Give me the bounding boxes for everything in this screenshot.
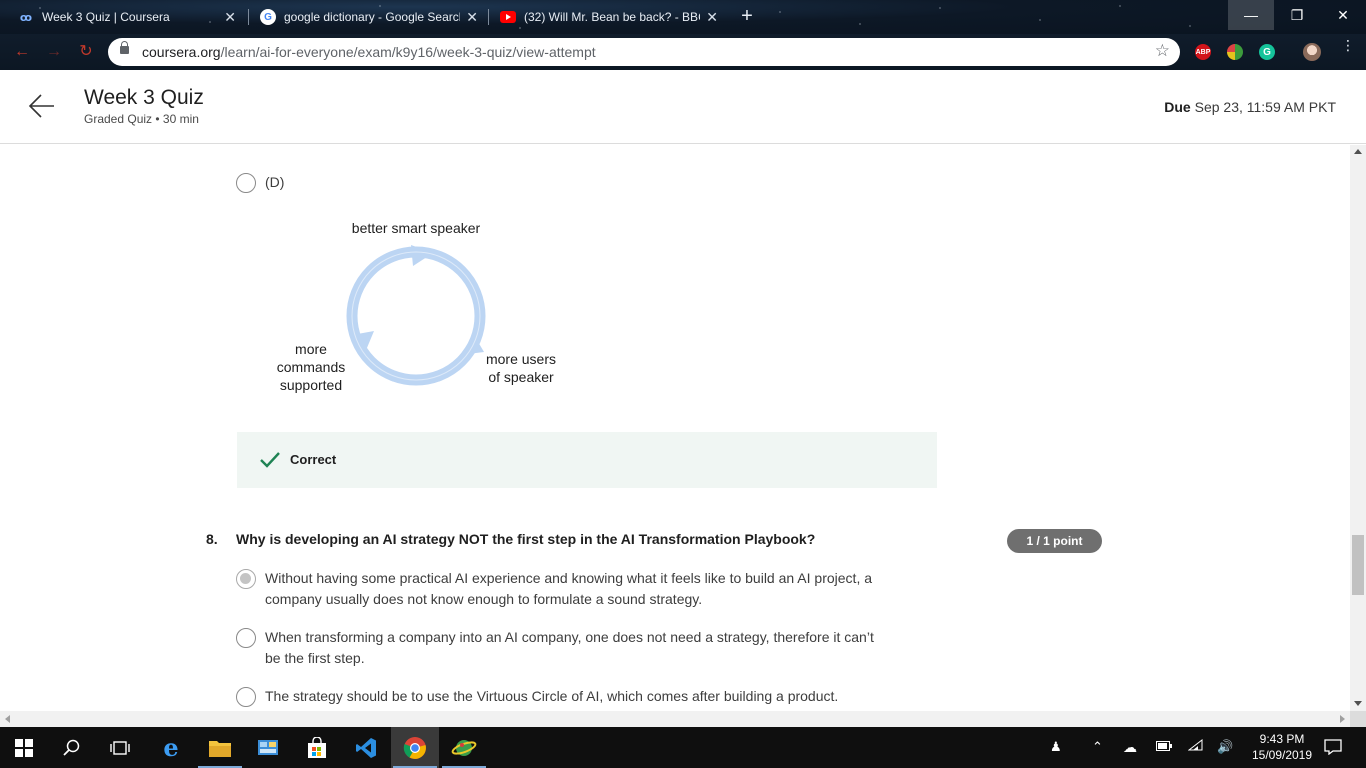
notifications-icon[interactable]: [1324, 739, 1342, 758]
address-bar[interactable]: coursera.org/learn/ai-for-everyone/exam/…: [108, 38, 1180, 66]
browser-menu-icon[interactable]: ⋮: [1341, 38, 1355, 52]
close-tab-icon[interactable]: ✕: [706, 9, 718, 26]
option-1-label: Without having some practical AI experie…: [265, 570, 873, 607]
control-panel-icon: [258, 739, 278, 755]
taskbar-store[interactable]: [293, 727, 341, 768]
option-d-label: (D): [265, 174, 285, 190]
diagram-label-right: more users of speaker: [485, 351, 557, 385]
lock-icon: [120, 41, 129, 54]
diagram-label-top: better smart speaker: [351, 220, 481, 236]
battery-icon[interactable]: [1156, 739, 1172, 754]
page-title: Week 3 Quiz: [84, 86, 204, 109]
tab-google[interactable]: G google dictionary - Google Search ✕: [250, 4, 486, 30]
quiz-meta: Graded Quiz • 30 min: [84, 112, 199, 126]
tab-title: (32) Will Mr. Bean be back? - BBC: [524, 10, 700, 24]
due-date: Due Sep 23, 11:59 AM PKT: [1164, 99, 1336, 115]
youtube-icon: [500, 11, 516, 23]
edge-icon: e: [163, 733, 179, 762]
task-view-button[interactable]: [96, 727, 144, 768]
scroll-right-icon[interactable]: [1340, 715, 1345, 723]
scrollbar-corner: [1350, 711, 1366, 727]
scrollbar-thumb[interactable]: [1352, 535, 1364, 595]
checkmark-icon: [260, 452, 280, 468]
scroll-left-icon[interactable]: [5, 715, 10, 723]
browser-toolbar: ← → ↻ coursera.org/learn/ai-for-everyone…: [0, 34, 1366, 70]
taskbar-control-panel[interactable]: [244, 727, 292, 768]
scroll-down-icon[interactable]: [1354, 701, 1362, 706]
bookmark-star-icon[interactable]: ☆: [1155, 41, 1170, 61]
quiz-header: Week 3 Quiz Graded Quiz • 30 min Due Sep…: [0, 70, 1366, 144]
grammarly-icon[interactable]: G: [1259, 44, 1275, 60]
url-text: coursera.org/learn/ai-for-everyone/exam/…: [142, 44, 596, 60]
task-view-icon: [110, 740, 130, 755]
profile-avatar[interactable]: [1303, 43, 1321, 61]
google-icon: G: [260, 9, 276, 25]
forward-nav-icon[interactable]: →: [44, 42, 64, 62]
tray-chevron-up-icon[interactable]: ⌃: [1092, 739, 1103, 755]
horizontal-scrollbar[interactable]: [0, 711, 1350, 727]
vscode-icon: [356, 737, 376, 758]
taskbar-vscode[interactable]: [342, 727, 390, 768]
feedback-correct: Correct: [237, 432, 937, 488]
option-d-radio[interactable]: [236, 173, 256, 193]
wifi-icon[interactable]: [1187, 738, 1204, 754]
chrome-icon: [403, 736, 426, 759]
globe-extension-icon[interactable]: [1227, 44, 1243, 60]
question-number: 8.: [206, 531, 218, 547]
close-window-icon[interactable]: ✕: [1320, 0, 1366, 30]
tab-title: google dictionary - Google Search: [284, 10, 460, 24]
onedrive-icon[interactable]: ☁: [1123, 739, 1137, 756]
adblock-plus-icon[interactable]: ABP: [1195, 44, 1211, 60]
vertical-scrollbar[interactable]: [1350, 145, 1366, 711]
diagram-label-left: more commands supported: [276, 341, 346, 393]
taskbar-clock[interactable]: 9:43 PM 15/09/2019: [1246, 731, 1318, 763]
points-badge: 1 / 1 point: [1007, 529, 1102, 553]
coursera-icon: ꝏ: [19, 11, 33, 24]
windows-logo-icon: [15, 738, 33, 757]
search-taskbar-button[interactable]: [48, 727, 96, 768]
tab-youtube[interactable]: (32) Will Mr. Bean be back? - BBC ✕: [490, 4, 726, 30]
start-button[interactable]: [0, 727, 48, 768]
back-arrow-icon[interactable]: [28, 92, 56, 120]
back-nav-icon[interactable]: ←: [12, 42, 32, 62]
new-tab-button[interactable]: +: [735, 6, 759, 28]
close-tab-icon[interactable]: ✕: [466, 9, 478, 26]
tab-separator: [248, 9, 249, 25]
quiz-content: (D) better smart speaker more users of s…: [0, 145, 1350, 711]
question-text: Why is developing an AI strategy NOT the…: [236, 531, 816, 547]
option-1-radio[interactable]: [236, 569, 256, 589]
minimize-icon[interactable]: —: [1228, 0, 1274, 30]
store-bag-icon: [308, 736, 326, 758]
windows-taskbar: e ♟ ⌃ ☁ 🔊 9:43 PM 15/09/2019: [0, 727, 1366, 768]
taskbar-globe-app[interactable]: [440, 727, 488, 768]
option-3-label: The strategy should be to use the Virtuo…: [265, 688, 839, 704]
folder-icon: [209, 740, 231, 757]
option-3-radio[interactable]: [236, 687, 256, 707]
people-icon[interactable]: ♟: [1050, 739, 1062, 755]
cycle-arrows-icon: [346, 245, 486, 386]
tab-title: Week 3 Quiz | Coursera: [42, 10, 170, 24]
search-icon: [63, 739, 80, 756]
globe-app-icon: [451, 739, 477, 756]
close-tab-icon[interactable]: ✕: [224, 9, 236, 26]
option-2-radio[interactable]: [236, 628, 256, 648]
reload-icon[interactable]: ↻: [76, 42, 96, 62]
taskbar-chrome[interactable]: [391, 727, 439, 768]
tab-separator: [488, 9, 489, 25]
restore-icon[interactable]: ❐: [1274, 0, 1320, 30]
tab-coursera[interactable]: ꝏ Week 3 Quiz | Coursera ✕: [8, 4, 244, 30]
taskbar-edge[interactable]: e: [147, 727, 195, 768]
option-2-label: When transforming a company into an AI c…: [265, 629, 874, 666]
browser-tab-strip: ꝏ Week 3 Quiz | Coursera ✕ G google dict…: [0, 0, 1366, 34]
volume-icon[interactable]: 🔊: [1217, 739, 1233, 755]
taskbar-file-explorer[interactable]: [196, 727, 244, 768]
feedback-text: Correct: [290, 452, 337, 467]
scroll-up-icon[interactable]: [1354, 149, 1362, 154]
